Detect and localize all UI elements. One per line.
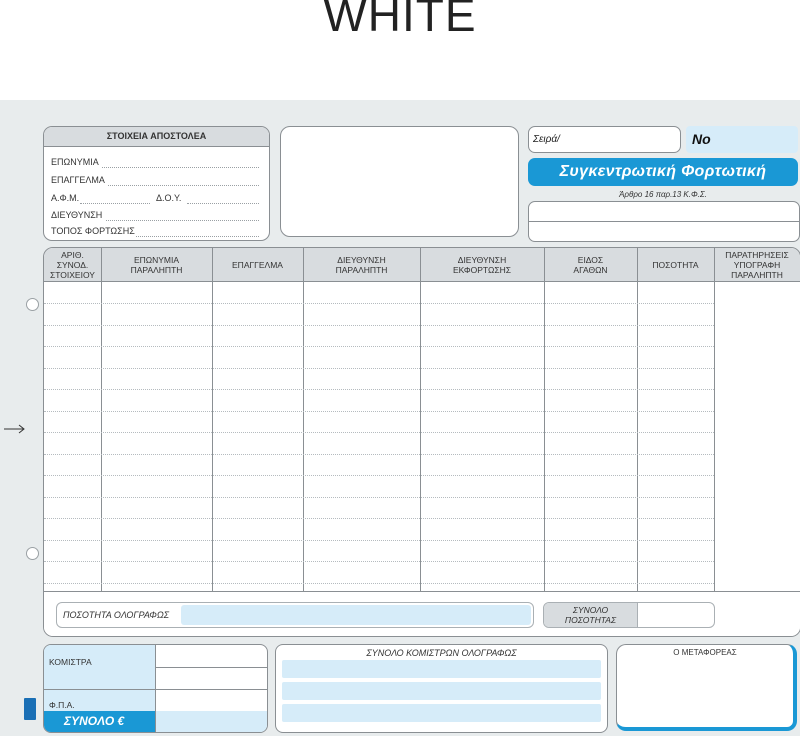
col-goods-type: ΕΙΔΟΣ ΑΓΑΘΩΝ bbox=[573, 254, 608, 275]
col-quantity: ΠΟΣΟΤΗΤΑ bbox=[652, 259, 699, 270]
document-number-label: No bbox=[692, 131, 711, 147]
col-unloading-address: ΔΙΕΥΘΥΝΣΗ ΕΚΦΟΡΤΩΣΗΣ bbox=[453, 254, 511, 275]
table-row[interactable] bbox=[44, 539, 714, 541]
fare-label-text: ΚΟΜΙΣΤΡΑ bbox=[49, 657, 92, 667]
fees-words-line[interactable] bbox=[282, 682, 601, 700]
quantity-total-label: ΣΥΝΟΛΟ ΠΟΣΟΤΗΤΑΣ bbox=[544, 603, 638, 627]
col-remarks-signature: ΠΑΡΑΤΗΡΗΣΕΙΣ ΥΠΟΓΡΑΦΗ ΠΑΡΑΛΗΠΤΗ bbox=[725, 249, 789, 280]
sender-name-label: ΕΠΩΝΥΜΙΑ bbox=[51, 157, 99, 167]
sender-address-field[interactable] bbox=[106, 220, 259, 221]
sender-profession-label: ΕΠΑΓΓΕΛΜΑ bbox=[51, 175, 105, 185]
table-row[interactable] bbox=[44, 432, 714, 433]
sender-doy-field[interactable] bbox=[187, 203, 259, 204]
logo-icon bbox=[24, 698, 36, 720]
table-row[interactable] bbox=[44, 582, 714, 584]
table-row[interactable] bbox=[44, 303, 714, 304]
fees-words-line[interactable] bbox=[282, 704, 601, 722]
serial-field[interactable]: Σειρά/Βιβλίο............................… bbox=[528, 126, 681, 153]
extra-info-box[interactable] bbox=[528, 201, 800, 242]
table-row[interactable] bbox=[44, 475, 714, 476]
consignment-table: ΑΡΙΘ. ΣΥΝΟΔ. ΣΤΟΙΧΕΙΟΥ ΕΠΩΝΥΜΙΑ ΠΑΡΑΛΗΠΤ… bbox=[43, 247, 800, 637]
serial-label: Σειρά/Βιβλίο bbox=[533, 134, 560, 145]
total-value-field[interactable] bbox=[156, 711, 267, 732]
stamp-box bbox=[280, 126, 519, 237]
carrier-box[interactable]: Ο ΜΕΤΑΦΟΡΕΑΣ bbox=[616, 644, 797, 731]
punch-hole-icon bbox=[26, 547, 39, 560]
legal-article: Άρθρο 16 παρ.13 Κ.Φ.Σ. bbox=[619, 190, 707, 199]
quantity-words-input[interactable] bbox=[181, 605, 531, 625]
col-profession: ΕΠΑΓΓΕΛΜΑ bbox=[232, 259, 283, 270]
fees-words-title: ΣΥΝΟΛΟ ΚΟΜΙΣΤΡΩΝ ΟΛΟΓΡΑΦΩΣ bbox=[366, 648, 517, 658]
table-row[interactable] bbox=[44, 496, 714, 498]
sender-heading: ΣΤΟΙΧΕΙΑ ΑΠΟΣΤΟΛΕΑ bbox=[44, 127, 269, 147]
fees-words-line[interactable] bbox=[282, 660, 601, 678]
fees-divider bbox=[155, 667, 267, 668]
sender-profession-field[interactable] bbox=[108, 185, 259, 186]
sender-afm-label: Α.Φ.Μ. bbox=[51, 193, 80, 203]
extra-info-divider bbox=[529, 221, 799, 222]
quantity-total-field[interactable]: ΣΥΝΟΛΟ ΠΟΣΟΤΗΤΑΣ bbox=[543, 602, 715, 628]
table-row[interactable] bbox=[44, 324, 714, 326]
col-recipient-address: ΔΙΕΥΘΥΝΣΗ ΠΑΡΑΛΗΠΤΗ bbox=[335, 254, 388, 275]
table-column-divider bbox=[714, 248, 715, 591]
carrier-label: Ο ΜΕΤΑΦΟΡΕΑΣ bbox=[673, 648, 737, 657]
document-title: Συγκεντρωτική Φορτωτική bbox=[528, 158, 798, 186]
totals-band: ΠΟΣΟΤΗΤΑ ΟΛΟΓΡΑΦΩΣ ΣΥΝΟΛΟ ΠΟΣΟΤΗΤΑΣ bbox=[44, 591, 800, 636]
table-row[interactable] bbox=[44, 410, 714, 412]
sender-address-label: ΔΙΕΥΘΥΝΣΗ bbox=[51, 210, 103, 220]
quantity-words-label: ΠΟΣΟΤΗΤΑ ΟΛΟΓΡΑΦΩΣ bbox=[63, 610, 170, 620]
table-row[interactable] bbox=[44, 367, 714, 369]
fees-words-box: ΣΥΝΟΛΟ ΚΟΜΙΣΤΡΩΝ ΟΛΟΓΡΑΦΩΣ bbox=[275, 644, 608, 733]
sender-loading-place-field[interactable] bbox=[136, 236, 259, 237]
col-document-number: ΑΡΙΘ. ΣΥΝΟΔ. ΣΤΟΙΧΕΙΟΥ bbox=[50, 249, 95, 280]
table-row[interactable] bbox=[44, 346, 714, 347]
quantity-words-field[interactable]: ΠΟΣΟΤΗΤΑ ΟΛΟΓΡΑΦΩΣ bbox=[56, 602, 534, 628]
sender-doy-label: Δ.Ο.Υ. bbox=[156, 193, 182, 203]
vat-label-text: Φ.Π.Α. bbox=[49, 700, 75, 710]
sender-name-field[interactable] bbox=[102, 167, 259, 168]
product-title: WHITE bbox=[323, 0, 477, 41]
sender-box: ΣΤΟΙΧΕΙΑ ΑΠΟΣΤΟΛΕΑ ΕΠΩΝΥΜΙΑ ΕΠΑΓΓΕΛΜΑ Α.… bbox=[43, 126, 270, 241]
fees-divider bbox=[155, 689, 267, 690]
col-recipient-name: ΕΠΩΝΥΜΙΑ ΠΑΡΑΛΗΠΤΗ bbox=[130, 254, 183, 275]
fees-box: ΚΟΜΙΣΤΡΑ Φ.Π.Α. ΚΟΜΙΣΤΡΑ Φ.Π.Α. ΣΥΝΟΛΟ € bbox=[43, 644, 268, 733]
total-label: ΣΥΝΟΛΟ € bbox=[44, 711, 155, 732]
arrow-right-icon bbox=[4, 424, 25, 434]
fees-divider bbox=[44, 689, 155, 690]
document-number-field[interactable]: No bbox=[686, 126, 798, 153]
sender-afm-field[interactable] bbox=[80, 203, 150, 204]
table-row[interactable] bbox=[44, 389, 714, 390]
sender-loading-place-label: ΤΟΠΟΣ ΦΟΡΤΩΣΗΣ bbox=[51, 226, 135, 236]
table-row[interactable] bbox=[44, 453, 714, 455]
table-row[interactable] bbox=[44, 518, 714, 519]
table-row[interactable] bbox=[44, 561, 714, 562]
punch-hole-icon bbox=[26, 298, 39, 311]
